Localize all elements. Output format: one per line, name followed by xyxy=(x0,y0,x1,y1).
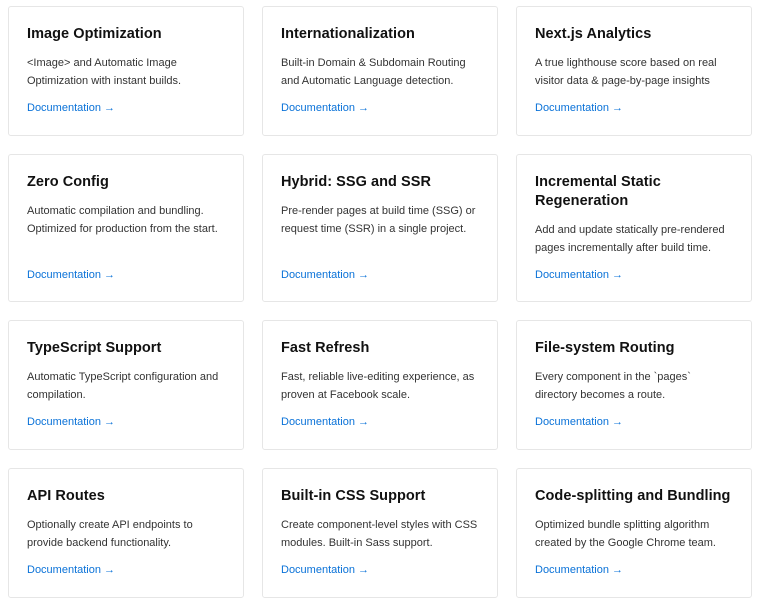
card-description: Optimized bundle splitting algorithm cre… xyxy=(535,519,716,549)
link-label: Documentation xyxy=(535,102,609,114)
card-title: TypeScript Support xyxy=(27,340,162,356)
documentation-link[interactable]: Documentation → xyxy=(27,415,115,429)
feature-card-built-in-css-support: Built-in CSS Support Create component-le… xyxy=(262,468,498,598)
feature-grid: Image Optimization <Image> and Automatic… xyxy=(0,0,761,605)
arrow-right-icon: → xyxy=(358,564,369,576)
feature-card-internationalization: Internationalization Built-in Domain & S… xyxy=(262,6,498,136)
feature-card-code-splitting-bundling: Code-splitting and Bundling Optimized bu… xyxy=(516,468,752,598)
link-label: Documentation xyxy=(27,269,101,281)
feature-card-file-system-routing: File-system Routing Every component in t… xyxy=(516,320,752,450)
arrow-right-icon: → xyxy=(104,564,115,576)
arrow-right-icon: → xyxy=(358,416,369,428)
feature-card-nextjs-analytics: Next.js Analytics A true lighthouse scor… xyxy=(516,6,752,136)
feature-card-image-optimization: Image Optimization <Image> and Automatic… xyxy=(8,6,244,136)
link-label: Documentation xyxy=(281,102,355,114)
card-description: Add and update statically pre-rendered p… xyxy=(535,224,725,254)
arrow-right-icon: → xyxy=(104,102,115,114)
card-title: Internationalization xyxy=(281,26,415,42)
feature-card-zero-config: Zero Config Automatic compilation and bu… xyxy=(8,154,244,302)
card-title: Zero Config xyxy=(27,174,109,190)
feature-card-api-routes: API Routes Optionally create API endpoin… xyxy=(8,468,244,598)
link-label: Documentation xyxy=(535,269,609,281)
card-title: Next.js Analytics xyxy=(535,26,652,42)
link-label: Documentation xyxy=(27,102,101,114)
documentation-link[interactable]: Documentation → xyxy=(27,268,115,282)
card-description: Create component-level styles with CSS m… xyxy=(281,519,478,549)
arrow-right-icon: → xyxy=(612,269,623,281)
card-title: Fast Refresh xyxy=(281,340,370,356)
card-title: Built-in CSS Support xyxy=(281,488,426,504)
arrow-right-icon: → xyxy=(358,102,369,114)
card-title: Incremental Static Regeneration xyxy=(535,174,661,209)
card-description: Every component in the `pages` directory… xyxy=(535,371,691,401)
link-label: Documentation xyxy=(27,564,101,576)
arrow-right-icon: → xyxy=(104,416,115,428)
documentation-link[interactable]: Documentation → xyxy=(281,101,369,115)
arrow-right-icon: → xyxy=(358,269,369,281)
documentation-link[interactable]: Documentation → xyxy=(281,268,369,282)
card-description: Built-in Domain & Subdomain Routing and … xyxy=(281,57,466,87)
documentation-link[interactable]: Documentation → xyxy=(535,563,623,577)
link-label: Documentation xyxy=(27,416,101,428)
feature-card-typescript-support: TypeScript Support Automatic TypeScript … xyxy=(8,320,244,450)
card-description: Automatic compilation and bundling. Opti… xyxy=(27,205,218,235)
link-label: Documentation xyxy=(281,269,355,281)
card-title: Image Optimization xyxy=(27,26,162,42)
link-label: Documentation xyxy=(281,416,355,428)
card-description: Pre-render pages at build time (SSG) or … xyxy=(281,205,476,235)
card-description: Fast, reliable live-editing experience, … xyxy=(281,371,475,401)
link-label: Documentation xyxy=(535,416,609,428)
card-description: <Image> and Automatic Image Optimization… xyxy=(27,57,182,87)
card-title: API Routes xyxy=(27,488,105,504)
card-title: Code-splitting and Bundling xyxy=(535,488,731,504)
documentation-link[interactable]: Documentation → xyxy=(281,415,369,429)
feature-card-incremental-static-regeneration: Incremental Static Regeneration Add and … xyxy=(516,154,752,302)
link-label: Documentation xyxy=(535,564,609,576)
arrow-right-icon: → xyxy=(612,564,623,576)
feature-card-hybrid-ssg-ssr: Hybrid: SSG and SSR Pre-render pages at … xyxy=(262,154,498,302)
documentation-link[interactable]: Documentation → xyxy=(535,268,623,282)
arrow-right-icon: → xyxy=(104,269,115,281)
card-description: Automatic TypeScript configuration and c… xyxy=(27,371,219,401)
documentation-link[interactable]: Documentation → xyxy=(27,563,115,577)
card-description: A true lighthouse score based on real vi… xyxy=(535,57,717,87)
arrow-right-icon: → xyxy=(612,416,623,428)
arrow-right-icon: → xyxy=(612,102,623,114)
card-title: File-system Routing xyxy=(535,340,675,356)
link-label: Documentation xyxy=(281,564,355,576)
documentation-link[interactable]: Documentation → xyxy=(535,415,623,429)
documentation-link[interactable]: Documentation → xyxy=(27,101,115,115)
documentation-link[interactable]: Documentation → xyxy=(535,101,623,115)
documentation-link[interactable]: Documentation → xyxy=(281,563,369,577)
card-title: Hybrid: SSG and SSR xyxy=(281,174,431,190)
card-description: Optionally create API endpoints to provi… xyxy=(27,519,193,549)
feature-card-fast-refresh: Fast Refresh Fast, reliable live-editing… xyxy=(262,320,498,450)
